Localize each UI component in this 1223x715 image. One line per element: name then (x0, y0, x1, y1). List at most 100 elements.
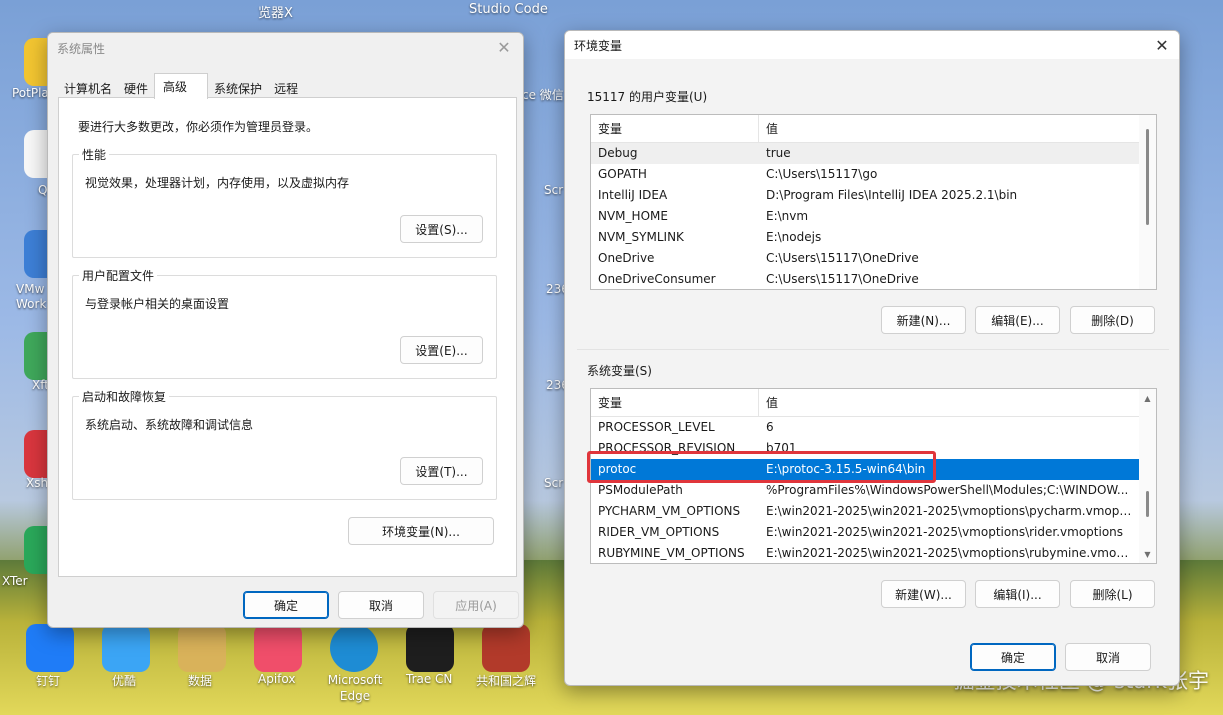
var-value: C:\Users\15117\OneDrive (766, 251, 919, 265)
table-row[interactable]: Debug true (591, 143, 1156, 164)
user-new-button[interactable]: 新建(N)... (881, 306, 966, 334)
system-variables-label: 系统变量(S) (587, 364, 652, 378)
cancel-button[interactable]: 取消 (338, 591, 424, 619)
close-icon[interactable]: ✕ (491, 36, 517, 58)
performance-settings-button[interactable]: 设置(S)... (400, 215, 483, 243)
dialog-title: 环境变量 (574, 38, 623, 53)
var-value: C:\Users\15117\OneDrive (766, 272, 919, 286)
var-value: %ProgramFiles%\WindowsPowerShell\Modules… (766, 483, 1129, 497)
group-description: 视觉效果，处理器计划，内存使用，以及虚拟内存 (85, 176, 350, 190)
tab-remote[interactable]: 远程 (268, 75, 304, 97)
apifox-icon[interactable] (254, 624, 302, 672)
desktop-icon-label: 数据 (188, 674, 213, 688)
desktop-icon-label: 钉钉 (36, 674, 61, 688)
group-description: 与登录帐户相关的桌面设置 (85, 297, 230, 311)
ok-button[interactable]: 确定 (970, 643, 1056, 671)
var-name: IntelliJ IDEA (598, 188, 668, 202)
tab-hardware[interactable]: 硬件 (118, 75, 154, 97)
user-delete-button[interactable]: 删除(D) (1070, 306, 1155, 334)
environment-variables-button[interactable]: 环境变量(N)... (348, 517, 494, 545)
tab-system-protection[interactable]: 系统保护 (208, 75, 268, 97)
var-value: true (766, 146, 791, 160)
var-value: E:\nvm (766, 209, 809, 223)
var-name: OneDriveConsumer (598, 272, 716, 286)
var-value: E:\nodejs (766, 230, 822, 244)
performance-group: 性能 视觉效果，处理器计划，内存使用，以及虚拟内存 设置(S)... (72, 146, 497, 258)
table-row[interactable]: RUBYMINE_VM_OPTIONS E:\win2021-2025\win20… (591, 543, 1156, 563)
desktop-icon-label: ce 微信 (522, 88, 564, 102)
table-row[interactable]: GOPATH C:\Users\15117\go (591, 164, 1156, 185)
vertical-scrollbar[interactable] (1139, 115, 1156, 289)
table-row[interactable]: RIDER_VM_OPTIONS E:\win2021-2025\win2021-… (591, 522, 1156, 543)
folder-icon[interactable] (178, 624, 226, 672)
scroll-up-icon[interactable]: ▲ (1139, 391, 1156, 405)
user-profiles-settings-button[interactable]: 设置(E)... (400, 336, 483, 364)
var-name: NVM_HOME (598, 209, 668, 223)
startup-recovery-group: 启动和故障恢复 系统启动、系统故障和调试信息 设置(T)... (72, 388, 497, 500)
system-properties-dialog: 系统属性 ✕ 计算机名 硬件 高级 系统保护 远程 要进行大多数更改，你必须作为… (47, 32, 524, 628)
var-name: PROCESSOR_LEVEL (598, 420, 715, 434)
scroll-down-icon[interactable]: ▼ (1139, 547, 1156, 561)
tab-computer-name[interactable]: 计算机名 (58, 75, 118, 97)
edge-icon[interactable] (330, 624, 378, 672)
desktop-icon-label: 览器X (258, 6, 293, 21)
var-name: PSModulePath (598, 483, 683, 497)
ok-button[interactable]: 确定 (243, 591, 329, 619)
column-header-value[interactable]: 值 (759, 389, 778, 417)
var-name: OneDrive (598, 251, 655, 265)
startup-recovery-settings-button[interactable]: 设置(T)... (400, 457, 483, 485)
user-edit-button[interactable]: 编辑(E)... (975, 306, 1060, 334)
group-title: 性能 (79, 146, 110, 163)
table-row[interactable]: PYCHARM_VM_OPTIONS E:\win2021-2025\win202… (591, 501, 1156, 522)
column-header-name[interactable]: 变量 (591, 389, 759, 417)
scrollbar-thumb[interactable] (1146, 129, 1149, 225)
table-row[interactable]: NVM_HOME E:\nvm (591, 206, 1156, 227)
var-value: E:\win2021-2025\win2021-2025\vmoptions\r… (766, 525, 1124, 539)
dialog-titlebar[interactable]: 环境变量 (565, 31, 1179, 59)
user-variables-list[interactable]: 变量 值 Debug true GOPATH C:\Users\15117\go I… (590, 114, 1157, 290)
dialog-title: 系统属性 (57, 41, 106, 56)
desktop-icon-label: Trae CN (406, 672, 453, 686)
var-name: GOPATH (598, 167, 647, 181)
game-icon[interactable] (482, 624, 530, 672)
youku-icon[interactable] (102, 624, 150, 672)
group-title: 启动和故障恢复 (79, 388, 170, 405)
var-name: NVM_SYMLINK (598, 230, 684, 244)
var-value: 6 (766, 420, 774, 434)
var-value: D:\Program Files\IntelliJ IDEA 2025.2.1\… (766, 188, 1018, 202)
annotation-highlight-box (587, 451, 936, 483)
dingtalk-icon[interactable] (26, 624, 74, 672)
column-header-name[interactable]: 变量 (591, 115, 759, 143)
var-name: RUBYMINE_VM_OPTIONS (598, 546, 745, 560)
table-row[interactable]: NVM_SYMLINK E:\nodejs (591, 227, 1156, 248)
close-icon[interactable]: ✕ (1149, 34, 1175, 56)
group-title: 用户配置文件 (79, 267, 158, 284)
trae-icon[interactable] (406, 624, 454, 672)
desktop-icon-label: Apifox (258, 672, 296, 686)
desktop-icon-label: Xsh (26, 476, 49, 490)
desktop-icon-label: Scr (544, 476, 564, 490)
vertical-scrollbar[interactable]: ▲ ▼ (1139, 389, 1156, 563)
column-header-value[interactable]: 值 (759, 115, 778, 143)
admin-note: 要进行大多数更改，你必须作为管理员登录。 (78, 120, 319, 134)
tab-advanced[interactable]: 高级 (154, 73, 209, 99)
table-row[interactable]: PSModulePath %ProgramFiles%\WindowsPowerS… (591, 480, 1156, 501)
system-new-button[interactable]: 新建(W)... (881, 580, 966, 608)
table-row[interactable]: OneDrive C:\Users\15117\OneDrive (591, 248, 1156, 269)
desktop-icon-label: PotPla (12, 86, 49, 100)
var-value: E:\win2021-2025\win2021-2025\vmoptions\r… (766, 546, 1135, 560)
dialog-titlebar[interactable]: 系统属性 (48, 33, 523, 63)
desktop-icon-label: XTer (2, 574, 28, 588)
var-name: Debug (598, 146, 638, 160)
desktop-icon-label: VMw Work (16, 282, 47, 311)
section-divider (577, 349, 1169, 350)
system-delete-button[interactable]: 删除(L) (1070, 580, 1155, 608)
table-row[interactable]: PROCESSOR_LEVEL 6 (591, 417, 1156, 438)
scrollbar-thumb[interactable] (1146, 491, 1149, 517)
system-edit-button[interactable]: 编辑(I)... (975, 580, 1060, 608)
table-row[interactable]: IntelliJ IDEA D:\Program Files\IntelliJ I… (591, 185, 1156, 206)
apply-button[interactable]: 应用(A) (433, 591, 519, 619)
cancel-button[interactable]: 取消 (1065, 643, 1151, 671)
table-row[interactable]: OneDriveConsumer C:\Users\15117\OneDrive (591, 269, 1156, 289)
user-profiles-group: 用户配置文件 与登录帐户相关的桌面设置 设置(E)... (72, 267, 497, 379)
